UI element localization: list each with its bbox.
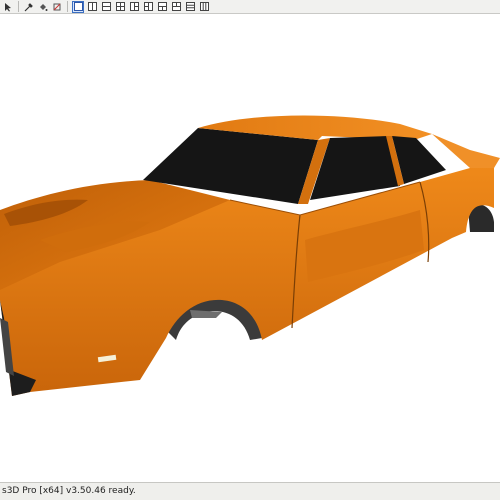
eyedropper-icon[interactable] <box>23 1 35 13</box>
view-split-horizontal-icon[interactable] <box>100 1 112 13</box>
toolbar-separator <box>18 1 19 12</box>
paint-bucket-icon[interactable] <box>37 1 49 13</box>
view-split-vertical-icon[interactable] <box>86 1 98 13</box>
view-three-bottom-icon[interactable] <box>170 1 182 13</box>
view-grid-icon[interactable] <box>114 1 126 13</box>
car-model <box>0 115 500 396</box>
3d-viewport[interactable] <box>0 14 500 482</box>
status-bar: s3D Pro [x64] v3.50.46 ready. <box>0 482 500 500</box>
toolbar <box>0 0 500 14</box>
clear-style-icon[interactable] <box>51 1 63 13</box>
view-rows-icon[interactable] <box>184 1 196 13</box>
view-three-top-icon[interactable] <box>156 1 168 13</box>
toolbar-separator <box>67 1 68 12</box>
view-columns-icon[interactable] <box>198 1 210 13</box>
rear-deck <box>432 134 500 168</box>
arrow-icon[interactable] <box>2 1 14 13</box>
view-three-right-icon[interactable] <box>142 1 154 13</box>
view-three-left-icon[interactable] <box>128 1 140 13</box>
view-single-icon[interactable] <box>72 0 84 13</box>
status-text: s3D Pro [x64] v3.50.46 ready. <box>2 486 136 496</box>
